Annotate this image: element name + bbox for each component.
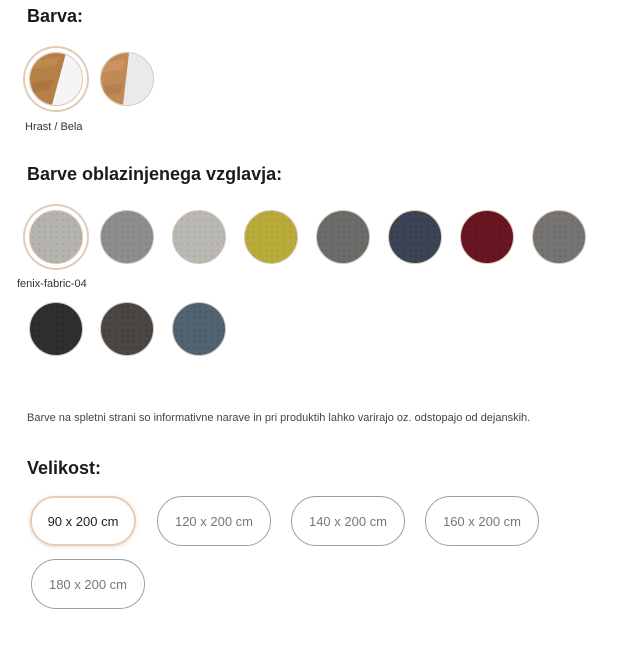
color-disclaimer: Barve na spletni strani so informativne … xyxy=(27,412,531,424)
headboard-swatch-11[interactable] xyxy=(172,302,226,356)
color-swatch-hrast-bela[interactable] xyxy=(29,52,83,106)
color-swatch-hrast-bela-alt[interactable] xyxy=(100,52,154,106)
size-heading: Velikost: xyxy=(27,458,102,478)
size-option-120x200[interactable]: 120 x 200 cm xyxy=(157,496,271,546)
headboard-swatch-5[interactable] xyxy=(316,210,370,264)
selected-color-label: Hrast / Bela xyxy=(25,121,83,133)
size-option-180x200[interactable]: 180 x 200 cm xyxy=(31,559,145,609)
color-heading: Barva: xyxy=(27,6,84,26)
headboard-swatch-7[interactable] xyxy=(460,210,514,264)
headboard-swatch-1[interactable] xyxy=(29,210,83,264)
size-option-140x200[interactable]: 140 x 200 cm xyxy=(291,496,405,546)
headboard-swatch-2[interactable] xyxy=(100,210,154,264)
headboard-swatch-4[interactable] xyxy=(244,210,298,264)
selected-headboard-label: fenix-fabric-04 xyxy=(17,278,87,290)
oak-white-icon xyxy=(101,53,153,105)
size-option-90x200[interactable]: 90 x 200 cm xyxy=(30,496,136,546)
headboard-swatch-8[interactable] xyxy=(532,210,586,264)
headboard-heading: Barve oblazinjenega vzglavja: xyxy=(27,164,283,184)
headboard-swatch-3[interactable] xyxy=(172,210,226,264)
headboard-swatch-10[interactable] xyxy=(100,302,154,356)
headboard-swatch-9[interactable] xyxy=(29,302,83,356)
size-option-160x200[interactable]: 160 x 200 cm xyxy=(425,496,539,546)
oak-white-icon xyxy=(30,53,82,105)
headboard-swatch-6[interactable] xyxy=(388,210,442,264)
